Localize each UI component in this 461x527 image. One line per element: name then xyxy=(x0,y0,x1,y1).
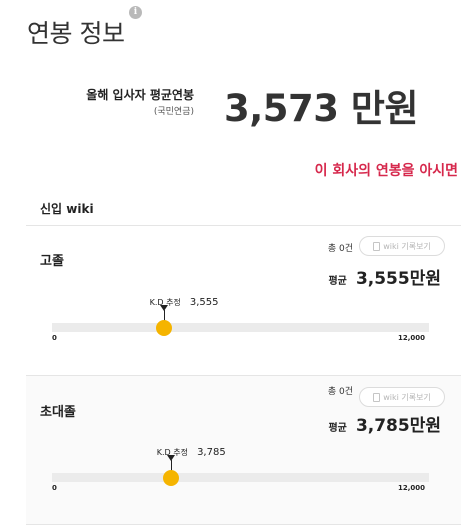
average-value: 3,785만원 xyxy=(355,416,441,436)
salary-range-track xyxy=(52,323,429,332)
axis-min-label: 0 xyxy=(52,484,57,492)
education-card: 고졸 총 0건 wiki 기록보기 평균 3,555만원 K.D 추정 3,55… xyxy=(26,226,461,375)
wiki-records-button-label: wiki 기록보기 xyxy=(383,241,431,251)
average-salary-value: 3,573 만원 xyxy=(224,87,419,130)
document-icon xyxy=(373,392,381,402)
average-salary: 평균 3,555만원 xyxy=(328,264,441,289)
salary-contribute-link[interactable]: 이 회사의 연봉을 아시면 xyxy=(315,160,458,180)
salary-range-track xyxy=(52,473,429,482)
wiki-records-button[interactable]: wiki 기록보기 xyxy=(359,387,445,407)
salary-label-sub: (국민연금) xyxy=(153,107,194,117)
record-count: 총 0건 xyxy=(327,244,353,254)
salary-label-main: 올해 입사자 평균연봉 xyxy=(86,88,194,102)
document-icon xyxy=(373,241,381,251)
salary-range-knob[interactable] xyxy=(162,470,179,486)
average-label: 평균 xyxy=(328,423,347,434)
average-salary: 평균 3,785만원 xyxy=(328,411,441,436)
education-label: 고졸 xyxy=(40,254,64,269)
axis-max-label: 12,000 xyxy=(398,334,426,342)
page-title: 연봉 정보 xyxy=(27,19,125,48)
estimate-value: 3,785 xyxy=(197,447,226,458)
estimate-value: 3,555 xyxy=(189,297,219,308)
wiki-records-button[interactable]: wiki 기록보기 xyxy=(359,236,445,256)
axis-max-label: 12,000 xyxy=(398,484,426,492)
education-card: 초대졸 총 0건 wiki 기록보기 평균 3,785만원 K.D 추정 3,7… xyxy=(26,375,461,525)
section-title: 신입 wiki xyxy=(40,202,94,216)
wiki-records-button-label: wiki 기록보기 xyxy=(383,392,431,402)
axis-min-label: 0 xyxy=(52,334,57,342)
salary-range-knob[interactable] xyxy=(155,320,172,336)
average-label: 평균 xyxy=(328,276,347,287)
average-value: 3,555만원 xyxy=(355,269,441,289)
section-header: 신입 wiki xyxy=(26,190,461,226)
salary-label: 올해 입사자 평균연봉 (국민연금) xyxy=(86,86,194,117)
info-icon[interactable]: i xyxy=(129,6,142,19)
education-label: 초대졸 xyxy=(40,405,76,420)
record-count: 총 0건 xyxy=(327,387,353,397)
